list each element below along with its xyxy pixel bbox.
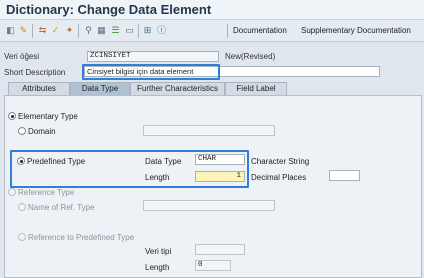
hierarchy-icon[interactable]: ⊞	[142, 25, 153, 36]
data-type-description: Character String	[251, 157, 310, 166]
tab-further-characteristics[interactable]: Further Characteristics	[130, 82, 225, 95]
object-list-icon[interactable]: ▦	[96, 25, 107, 36]
ref-type-name-label: Name of Ref. Type	[28, 203, 95, 212]
veri-tipi-field[interactable]	[195, 244, 245, 255]
ref-length-field[interactable]: 0	[195, 260, 231, 271]
domain-field[interactable]	[143, 125, 275, 136]
navigation-window-icon[interactable]: ▭	[124, 25, 135, 36]
reference-type-label: Reference Type	[18, 188, 75, 197]
tab-data-type[interactable]: Data Type	[70, 82, 130, 95]
tab-strip: Attributes Data Type Further Characteris…	[0, 82, 424, 95]
elementary-type-radio[interactable]	[8, 112, 16, 120]
display-object-list-icon[interactable]: ☰	[110, 25, 121, 36]
tab-attributes[interactable]: Attributes	[8, 82, 70, 95]
decimal-places-label: Decimal Places	[251, 173, 307, 182]
documentation-button[interactable]: Documentation	[233, 26, 287, 35]
ref-length-label: Length	[145, 263, 170, 272]
reference-type-radio[interactable]	[8, 188, 16, 196]
short-description-label: Short Description	[4, 68, 66, 77]
ref-type-name-radio[interactable]	[18, 203, 26, 211]
elementary-type-label: Elementary Type	[18, 112, 78, 121]
title-bar: Dictionary: Change Data Element	[0, 0, 424, 20]
short-description-highlight	[82, 64, 220, 80]
other-object-icon[interactable]: ◧	[5, 25, 16, 36]
ref-type-name-field[interactable]	[143, 200, 275, 211]
supplementary-documentation-button[interactable]: Supplementary Documentation	[301, 26, 411, 35]
predefined-type-highlight	[10, 150, 249, 188]
application-toolbar: ◧ ✎ ⇆ ✓ ✦ ⚲ ▦ ☰ ▭ ⊞ ⓘ Documentation Supp…	[0, 20, 424, 42]
ref-predefined-label: Reference to Predefined Type	[28, 233, 135, 242]
activate-icon[interactable]: ✦	[64, 25, 75, 36]
veri-tipi-label: Veri tipi	[145, 247, 172, 256]
domain-radio[interactable]	[18, 127, 26, 135]
check-icon[interactable]: ✓	[50, 25, 61, 36]
status-text: New(Revised)	[225, 52, 276, 61]
tab-field-label[interactable]: Field Label	[225, 82, 287, 95]
active-inactive-icon[interactable]: ⇆	[37, 25, 48, 36]
element-label: Veri öğesi	[4, 52, 40, 61]
display-change-icon[interactable]: ✎	[18, 25, 29, 36]
ref-predefined-radio[interactable]	[18, 233, 26, 241]
decimal-places-field[interactable]	[329, 170, 360, 181]
domain-label: Domain	[28, 127, 56, 136]
window-title: Dictionary: Change Data Element	[6, 2, 212, 17]
element-name-field[interactable]: ZCINSIYET	[87, 51, 219, 62]
where-used-icon[interactable]: ⚲	[83, 25, 94, 36]
info-icon[interactable]: ⓘ	[156, 25, 167, 36]
